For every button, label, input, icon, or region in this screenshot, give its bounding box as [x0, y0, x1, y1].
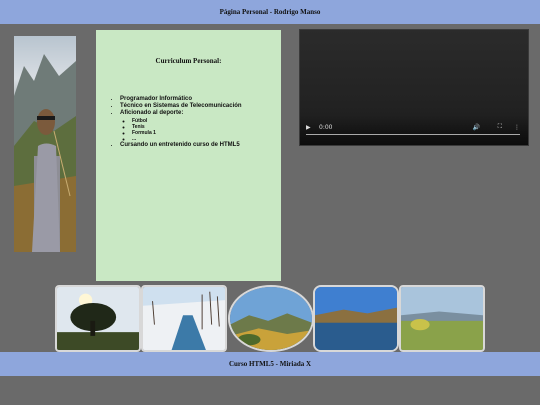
list-item: Programador Informático: [120, 96, 242, 103]
gallery-image-valley[interactable]: [228, 285, 314, 352]
curriculum-panel: Curriculum Personal: Programador Informá…: [96, 30, 281, 281]
gallery-image-meadow[interactable]: [399, 285, 485, 352]
play-icon[interactable]: ▶: [306, 124, 311, 131]
list-item: Aficionado al deporte: Fútbol Tenis Form…: [120, 110, 242, 142]
gallery-image-snow[interactable]: [141, 285, 227, 352]
curriculum-list: Programador Informático Técnico en Siste…: [104, 96, 242, 150]
fullscreen-icon[interactable]: ⛶: [498, 123, 502, 131]
sports-list: Fútbol Tenis Formula 1 ...: [120, 118, 242, 143]
page-footer: Curso HTML5 - Miriada X: [0, 352, 540, 376]
gallery-image-lake[interactable]: [313, 285, 399, 352]
profile-photo: [14, 36, 76, 252]
gallery-image-tree[interactable]: [55, 285, 141, 352]
more-options-icon[interactable]: ⋮: [514, 124, 520, 131]
list-item: Cursando un entretenido curso de HTML5: [120, 142, 242, 149]
video-time: 0:00: [319, 124, 333, 131]
volume-icon[interactable]: 🔊: [473, 124, 480, 131]
video-controls: [300, 115, 528, 145]
video-progress-bar[interactable]: [306, 134, 520, 135]
page-header: Página Personal - Rodrigo Manso: [0, 0, 540, 24]
page-title: Página Personal - Rodrigo Manso: [219, 8, 321, 16]
list-item: Técnico en Sistemas de Telecomunicación: [120, 103, 242, 110]
video-player[interactable]: ▶ 0:00 🔊 ⛶ ⋮: [299, 29, 529, 146]
curriculum-title: Curriculum Personal:: [155, 57, 222, 65]
list-item-label: Aficionado al deporte:: [120, 110, 184, 117]
footer-text: Curso HTML5 - Miriada X: [228, 360, 312, 368]
